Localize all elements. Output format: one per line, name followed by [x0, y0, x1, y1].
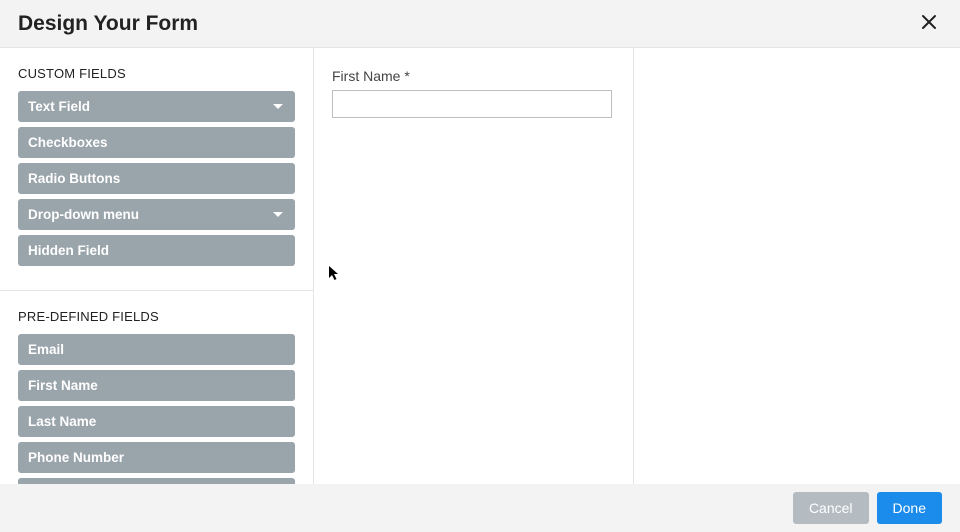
field-item-label: Checkboxes [28, 135, 108, 150]
form-field-label: First Name * [332, 68, 615, 84]
predefined-field-item[interactable]: Email [18, 334, 295, 365]
custom-fields-heading: CUSTOM FIELDS [18, 66, 295, 81]
field-item-label: Radio Buttons [28, 171, 120, 186]
caret-down-icon [273, 212, 283, 217]
header: Design Your Form [0, 0, 960, 48]
form-field[interactable]: First Name * [332, 68, 615, 118]
caret-down-icon [273, 104, 283, 109]
field-item-label: Email [28, 342, 64, 357]
sidebar: CUSTOM FIELDS Text Field Checkboxes Radio … [0, 48, 314, 484]
predefined-fields-section: PRE-DEFINED FIELDS Email First Name Last N… [0, 291, 313, 484]
footer: Cancel Done [0, 484, 960, 532]
custom-fields-section: CUSTOM FIELDS Text Field Checkboxes Radio … [0, 48, 313, 266]
predefined-fields-heading: PRE-DEFINED FIELDS [18, 309, 295, 324]
predefined-field-item[interactable]: First Name [18, 370, 295, 401]
done-button[interactable]: Done [877, 492, 942, 524]
form-canvas[interactable]: First Name * [314, 48, 634, 484]
custom-field-item[interactable]: Drop-down menu [18, 199, 295, 230]
close-icon [920, 11, 938, 36]
page-title: Design Your Form [18, 12, 198, 36]
field-item-label: Hidden Field [28, 243, 109, 258]
predefined-field-item[interactable]: Phone Number [18, 442, 295, 473]
custom-field-item[interactable]: Hidden Field [18, 235, 295, 266]
custom-field-item[interactable]: Text Field [18, 91, 295, 122]
custom-field-item[interactable]: Checkboxes [18, 127, 295, 158]
properties-pane [634, 48, 960, 484]
field-item-label: Text Field [28, 99, 90, 114]
field-item-label: Last Name [28, 414, 96, 429]
custom-field-item[interactable]: Radio Buttons [18, 163, 295, 194]
field-item-label: Phone Number [28, 450, 124, 465]
field-item-label: Drop-down menu [28, 207, 139, 222]
predefined-field-item[interactable]: Last Name [18, 406, 295, 437]
field-item-label: First Name [28, 378, 98, 393]
close-button[interactable] [916, 9, 942, 39]
body: CUSTOM FIELDS Text Field Checkboxes Radio … [0, 48, 960, 484]
cancel-button[interactable]: Cancel [793, 492, 869, 524]
first-name-input[interactable] [332, 90, 612, 118]
